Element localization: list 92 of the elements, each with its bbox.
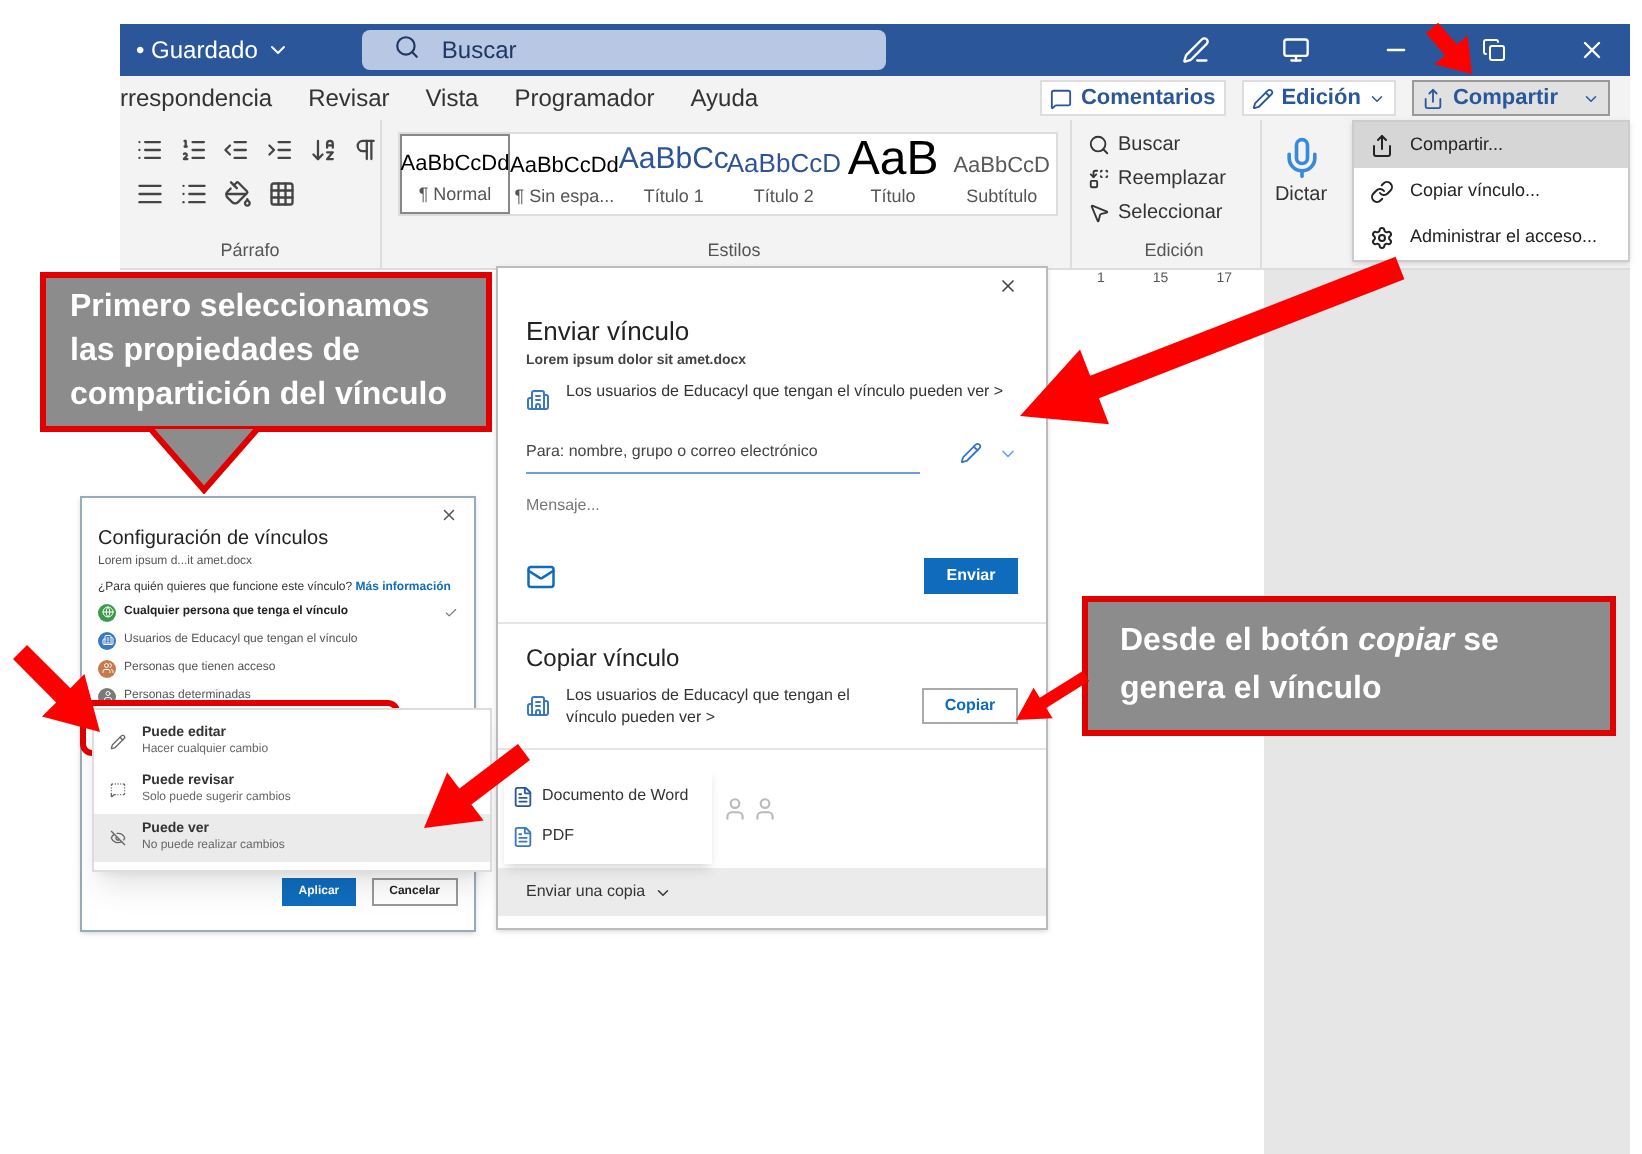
- justify-icon[interactable]: [136, 180, 164, 208]
- style-preview: AaBbCcDd: [400, 150, 510, 180]
- menu-item[interactable]: Copiar vínculo...: [1354, 168, 1628, 214]
- style-name: Título 1: [643, 183, 704, 209]
- editing-command[interactable]: Buscar: [1088, 128, 1260, 162]
- check-icon: [444, 605, 458, 619]
- scope-link[interactable]: Los usuarios de Educacyl que tengan el vínculo pueden ver >: [566, 380, 1004, 402]
- restore-icon[interactable]: [1482, 38, 1506, 62]
- message-field[interactable]: Mensaje...: [526, 490, 1018, 518]
- menu-tab[interactable]: Ayuda: [672, 80, 777, 116]
- avatar-icon: [722, 796, 748, 822]
- share-button[interactable]: Compartir: [1412, 80, 1610, 116]
- search-field[interactable]: Buscar: [361, 30, 886, 70]
- bullet-list-icon[interactable]: [136, 136, 164, 164]
- menu-item[interactable]: Compartir...: [1354, 122, 1628, 168]
- menu-tab[interactable]: Programador: [496, 80, 673, 116]
- menu-tab[interactable]: rrespondencia: [120, 80, 291, 116]
- replace-icon: [1088, 168, 1110, 190]
- dictate-button[interactable]: Dictar: [1260, 120, 1340, 268]
- group-label: Párrafo: [218, 237, 282, 263]
- avatar-icon: [752, 796, 778, 822]
- borders-icon[interactable]: [268, 180, 296, 208]
- line-spacing-icon[interactable]: [180, 180, 208, 208]
- shading-icon[interactable]: [224, 180, 252, 208]
- close-icon[interactable]: [1578, 36, 1606, 64]
- edit-icon[interactable]: [960, 442, 982, 464]
- settings-icon: [1370, 225, 1394, 249]
- editing-command[interactable]: Reemplazar: [1088, 162, 1260, 196]
- link-icon: [1370, 179, 1394, 203]
- recipients-field[interactable]: Para: nombre, grupo o correo electrónico: [526, 432, 920, 474]
- organization-icon: [526, 388, 550, 412]
- comments-button[interactable]: Comentarios: [1040, 80, 1226, 116]
- style-item[interactable]: AaBbCcDd ¶ Sin espa...: [510, 134, 619, 214]
- arrow: [13, 645, 100, 732]
- style-name: ¶ Sin espa...: [514, 183, 615, 210]
- close-icon[interactable]: [998, 276, 1018, 296]
- style-item[interactable]: AaBbCcDd ¶ Normal: [400, 134, 510, 214]
- menu-tab[interactable]: Vista: [407, 80, 497, 116]
- send-copy-bar[interactable]: Enviar una copia: [498, 868, 1046, 916]
- style-item[interactable]: AaBbCcD Título 2: [728, 134, 839, 214]
- search-icon: [1088, 134, 1110, 156]
- callout-text: Desde el botón copiar se genera el vínculo: [1120, 624, 1499, 706]
- style-preview: AaBbCcDd: [510, 152, 619, 182]
- pencil-icon: [110, 734, 126, 750]
- pointer-icon: [1088, 202, 1110, 224]
- dialog-title: Configuración de vínculos: [98, 526, 331, 554]
- arrow: [424, 744, 530, 828]
- editing-command[interactable]: Seleccionar: [1088, 196, 1260, 230]
- style-preview: AaBbCcD: [953, 152, 1050, 182]
- format-option[interactable]: PDF: [504, 816, 712, 856]
- style-name: Título: [870, 183, 916, 209]
- style-item[interactable]: AaBbCc Título 1: [618, 134, 729, 214]
- menu-tab[interactable]: Revisar: [290, 80, 408, 116]
- pilcrow-icon[interactable]: [352, 136, 381, 164]
- document-icon: [512, 825, 534, 847]
- pen-icon[interactable]: [1182, 36, 1210, 64]
- section-title: Copiar vínculo: [526, 642, 682, 676]
- share-icon: [1422, 87, 1445, 109]
- style-item[interactable]: AaB Título: [838, 134, 948, 214]
- search-icon: [393, 34, 420, 60]
- share-icon: [1370, 133, 1394, 157]
- mail-app-icon[interactable]: [526, 561, 556, 591]
- style-name: ¶ Normal: [418, 181, 492, 207]
- style-name: Subtítulo: [966, 183, 1038, 209]
- document-icon: [512, 785, 534, 807]
- organization-icon: [526, 694, 550, 718]
- style-preview: AaBbCc: [618, 140, 729, 180]
- pencil-icon: [1251, 87, 1274, 109]
- format-option[interactable]: Documento de Word: [504, 776, 712, 816]
- menu-item[interactable]: Administrar el acceso...: [1354, 214, 1628, 260]
- callout-text: Primero seleccionamos las propiedades de compartición del vínculo: [70, 290, 447, 412]
- hidden-eye-icon: [110, 830, 126, 846]
- style-preview: AaB: [847, 135, 939, 183]
- style-name: Título 2: [753, 183, 814, 209]
- scope-link[interactable]: Los usuarios de Educacyl que tengan el vínculo pueden ver >: [566, 684, 886, 728]
- dialog-title: Enviar vínculo: [526, 314, 692, 350]
- present-icon[interactable]: [1282, 36, 1310, 64]
- arrow: [1016, 671, 1090, 720]
- arrow: [1426, 22, 1472, 74]
- sort-icon[interactable]: [309, 136, 337, 164]
- copy-button[interactable]: Copiar: [922, 688, 1018, 724]
- indent-decrease-icon[interactable]: [222, 136, 251, 164]
- close-icon[interactable]: [440, 506, 458, 524]
- send-button[interactable]: Enviar: [924, 558, 1018, 594]
- style-item[interactable]: AaBbCcD Subtítulo: [947, 134, 1056, 214]
- indent-increase-icon[interactable]: [266, 136, 294, 164]
- numbered-list-icon[interactable]: [179, 136, 207, 164]
- style-preview: AaBbCcD: [726, 148, 841, 182]
- save-status: • Guardado: [136, 32, 290, 68]
- group-label: Estilos: [705, 237, 763, 263]
- editing-button[interactable]: Edición: [1241, 80, 1397, 116]
- group-label: Edición: [1142, 237, 1206, 263]
